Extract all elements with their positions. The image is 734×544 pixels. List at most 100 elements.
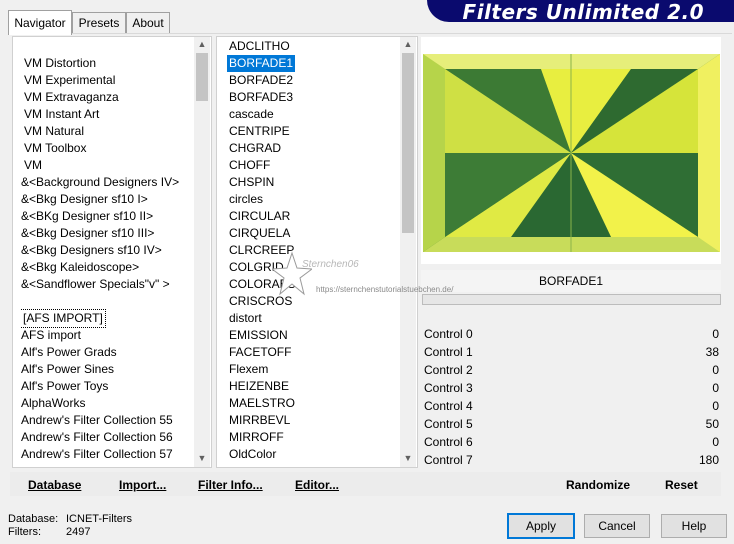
import-button[interactable]: Import... [119,478,166,492]
control-label: Control 4 [424,399,473,413]
filter-item[interactable]: circles [227,191,265,208]
filter-item[interactable]: MIRROFF [227,429,286,446]
tab-presets[interactable]: Presets [72,12,126,33]
category-item[interactable]: &<Background Designers IV> [21,174,179,191]
category-item[interactable]: &<Sandflower Specials"v" > [21,276,170,293]
reset-button[interactable]: Reset [665,478,698,492]
scroll-up-icon[interactable]: ▲ [400,37,416,51]
category-item[interactable]: AFS import [21,327,81,344]
database-status-value: ICNET-Filters [66,513,132,525]
database-button[interactable]: Database [28,478,81,492]
control-row[interactable]: Control 5 50 [421,415,719,433]
cancel-button[interactable]: Cancel [584,514,650,538]
apply-button[interactable]: Apply [507,513,575,539]
scroll-down-icon[interactable]: ▼ [194,451,210,465]
scroll-down-icon[interactable]: ▼ [400,451,416,465]
category-item[interactable]: VM Extravaganza [24,89,119,106]
category-item[interactable]: Alf's Power Sines [21,361,114,378]
filter-item[interactable]: BORFADE3 [227,89,295,106]
filters-count-label: Filters: [8,526,41,538]
filter-info-button[interactable]: Filter Info... [198,478,263,492]
filter-item[interactable]: Flexem [227,361,270,378]
filter-item[interactable]: EMISSION [227,327,290,344]
scroll-up-icon[interactable]: ▲ [194,37,210,51]
filter-item[interactable]: cascade [227,106,276,123]
watermark: Sternchen06 https://sternchenstutorialst… [272,251,472,297]
control-value[interactable]: 0 [712,433,719,451]
category-item[interactable]: Alf's Power Toys [21,378,108,395]
filter-item[interactable]: CHOFF [227,157,272,174]
category-item[interactable]: &<Bkg Designer sf10 I> [21,191,148,208]
category-item[interactable]: VM [24,157,42,174]
category-item[interactable]: &<BKg Designer sf10 II> [21,208,153,225]
control-label: Control 7 [424,453,473,467]
category-items: VM Distortion VM Experimental VM Extravaga… [21,55,193,465]
control-value[interactable]: 50 [706,415,719,433]
category-item[interactable]: VM Instant Art [24,106,99,123]
control-row[interactable]: Control 6 0 [421,433,719,451]
filters-count-value: 2497 [66,526,91,538]
editor-button[interactable]: Editor... [295,478,339,492]
category-item[interactable]: AlphaWorks [21,395,85,412]
control-row[interactable]: Control 3 0 [421,379,719,397]
filter-item[interactable]: MIRRBEVL [227,412,292,429]
app-title: Filters Unlimited 2.0 [462,0,704,22]
filter-preview-image [423,54,720,252]
filter-item[interactable]: CENTRIPE [227,123,292,140]
control-row[interactable]: Control 4 0 [421,397,719,415]
category-item[interactable]: Andrew's Filter Collection 55 [21,412,173,429]
filter-item[interactable]: HEIZENBE [227,378,291,395]
filter-item[interactable]: CIRQUELA [227,225,292,242]
category-item[interactable]: [AFS IMPORT] [21,309,106,328]
control-label: Control 5 [424,417,473,431]
filter-item[interactable]: CHSPIN [227,174,276,191]
watermark-url: https://sternchenstutorialstuebchen.de/ [316,285,454,294]
filter-item[interactable]: MAELSTRO [227,395,297,412]
category-item[interactable]: &<Bkg Designer sf10 III> [21,225,154,242]
filter-item[interactable]: distort [227,310,264,327]
database-status-label: Database: [8,513,59,525]
filter-item[interactable]: ADCLITHO [227,38,292,55]
category-item[interactable]: VM Natural [24,123,84,140]
category-item[interactable]: Andrew's Filter Collection 56 [21,429,173,446]
help-button[interactable]: Help [661,514,727,538]
filter-scroll-thumb[interactable] [402,53,414,233]
category-item[interactable]: Alf's Power Grads [21,344,117,361]
control-row[interactable]: Control 0 0 [421,325,719,343]
control-value[interactable]: 0 [712,361,719,379]
preview-frame [421,37,721,264]
control-value[interactable]: 0 [712,325,719,343]
control-label: Control 1 [424,345,473,359]
category-item[interactable]: &<Bkg Designers sf10 IV> [21,242,162,259]
category-list[interactable]: VM Distortion VM Experimental VM Extravaga… [12,36,212,468]
control-value[interactable]: 38 [706,343,719,361]
filter-item[interactable]: BORFADE1 [227,55,296,72]
filter-item[interactable]: CHGRAD [227,140,283,157]
tab-navigator-label: Navigator [14,16,66,30]
tab-navigator[interactable]: Navigator [8,10,72,35]
control-value[interactable]: 0 [712,379,719,397]
tab-presets-label: Presets [78,16,120,30]
category-item[interactable]: Andrew's Filter Collection 57 [21,446,173,463]
app-header: Filters Unlimited 2.0 [427,0,734,22]
control-value[interactable]: 0 [712,397,719,415]
filter-item[interactable]: BORFADE2 [227,72,295,89]
category-scroll-thumb[interactable] [196,53,208,101]
category-item[interactable]: &<Bkg Kaleidoscope> [21,259,139,276]
control-value[interactable]: 180 [699,451,719,469]
controls-panel: Control 0 0 Control 1 38 Control 2 0 Control 3… [421,325,721,469]
filter-item[interactable]: OldColor [227,446,278,463]
control-row[interactable]: Control 2 0 [421,361,719,379]
category-item[interactable]: VM Distortion [24,55,96,72]
category-scrollbar[interactable]: ▲ ▼ [194,37,210,467]
control-label: Control 6 [424,435,473,449]
control-row[interactable]: Control 1 38 [421,343,719,361]
filter-item[interactable]: FACETOFF [227,344,293,361]
category-item[interactable]: VM Toolbox [24,140,86,157]
category-item[interactable]: VM Experimental [24,72,115,89]
randomize-button[interactable]: Randomize [566,478,630,492]
control-row[interactable]: Control 7 180 [421,451,719,469]
apply-label: Apply [525,519,557,533]
tab-about[interactable]: About [126,12,170,33]
filter-item[interactable]: CIRCULAR [227,208,292,225]
